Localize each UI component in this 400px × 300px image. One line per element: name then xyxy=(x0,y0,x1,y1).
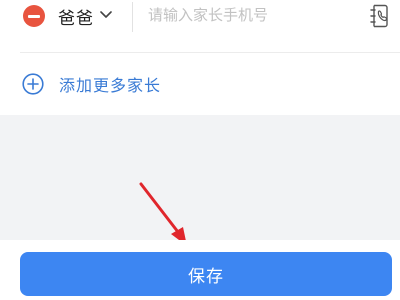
plus-circle-icon xyxy=(22,73,44,95)
bottom-action-bar: 保存 xyxy=(0,240,400,300)
phone-input[interactable] xyxy=(148,3,348,27)
parent-list-card: 爸爸 添加更多家长 xyxy=(0,0,400,115)
parent-row: 爸爸 xyxy=(0,0,400,52)
save-button[interactable]: 保存 xyxy=(20,252,392,296)
add-more-parents-label: 添加更多家长 xyxy=(59,76,162,95)
row-divider xyxy=(20,52,400,53)
relation-select[interactable]: 爸爸 xyxy=(58,0,112,32)
phone-book-icon[interactable] xyxy=(369,4,389,28)
remove-parent-icon[interactable] xyxy=(23,5,45,27)
chevron-down-icon xyxy=(100,10,112,18)
relation-label: 爸爸 xyxy=(58,8,94,29)
add-more-parents-button[interactable]: 添加更多家长 xyxy=(22,66,161,102)
field-divider xyxy=(132,2,133,32)
